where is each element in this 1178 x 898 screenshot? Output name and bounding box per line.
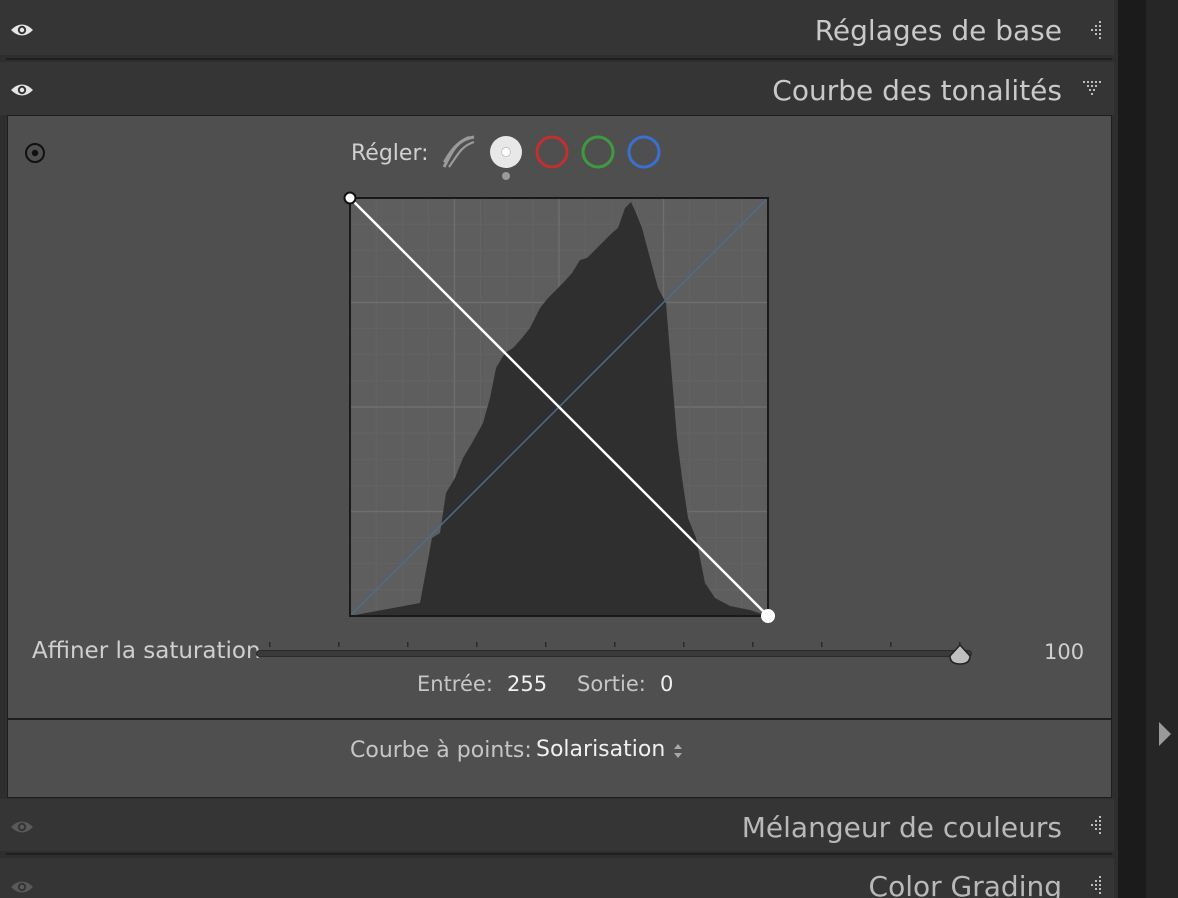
section-header-tone-curve[interactable]: Courbe des tonalités <box>0 62 1114 115</box>
section-title-color-mixer: Mélangeur de couleurs <box>741 811 1062 844</box>
collapsed-triangle-icon[interactable] <box>1082 875 1104 897</box>
selected-channel-indicator <box>502 172 510 180</box>
input-value: 255 <box>507 672 548 696</box>
saturation-slider-thumb[interactable] <box>949 643 971 665</box>
white-point-curve-icon[interactable] <box>488 134 524 170</box>
section-header-color-grading[interactable]: Color Grading <box>0 858 1114 898</box>
point-curve-select[interactable]: Solarisation <box>536 737 665 762</box>
input-label: Entrée: <box>417 672 493 696</box>
expanded-triangle-icon[interactable] <box>1082 78 1104 100</box>
eye-icon[interactable] <box>10 879 34 895</box>
blue-channel-icon[interactable] <box>626 134 662 170</box>
collapsed-triangle-icon[interactable] <box>1082 20 1104 42</box>
output-label: Sortie: <box>577 672 646 696</box>
section-title-basic: Réglages de base <box>814 14 1062 47</box>
right-panel-edge <box>1118 0 1178 898</box>
adjust-label: Régler: <box>351 141 429 166</box>
eye-icon[interactable] <box>10 22 34 38</box>
curve-point[interactable] <box>343 191 357 205</box>
section-header-color-mixer[interactable]: Mélangeur de couleurs <box>0 799 1114 851</box>
parametric-curve-icon[interactable] <box>441 134 477 170</box>
updown-chevron-icon[interactable] <box>672 741 684 761</box>
develop-panel: Réglages de base Courbe des tonalités Ré… <box>0 0 1118 898</box>
refine-saturation-value[interactable]: 100 <box>1044 640 1084 664</box>
tone-curve-graph[interactable] <box>340 188 780 628</box>
divider <box>6 58 1112 60</box>
collapsed-triangle-icon[interactable] <box>1082 815 1104 837</box>
panel-collapse-arrow-icon[interactable] <box>1159 722 1171 746</box>
section-title-tone-curve: Courbe des tonalités <box>772 74 1062 107</box>
section-title-color-grading: Color Grading <box>868 870 1062 898</box>
eye-icon[interactable] <box>10 819 34 835</box>
targeted-adjustment-icon[interactable] <box>24 142 46 164</box>
red-channel-icon[interactable] <box>534 134 570 170</box>
divider <box>6 853 1112 855</box>
section-header-basic[interactable]: Réglages de base <box>0 0 1114 55</box>
green-channel-icon[interactable] <box>580 134 616 170</box>
eye-icon[interactable] <box>10 82 34 98</box>
curve-point-selected[interactable] <box>761 609 775 623</box>
output-value: 0 <box>660 672 674 696</box>
refine-saturation-slider[interactable] <box>250 636 980 670</box>
refine-saturation-label: Affiner la saturation <box>32 638 261 664</box>
point-curve-label: Courbe à points: <box>350 738 532 763</box>
